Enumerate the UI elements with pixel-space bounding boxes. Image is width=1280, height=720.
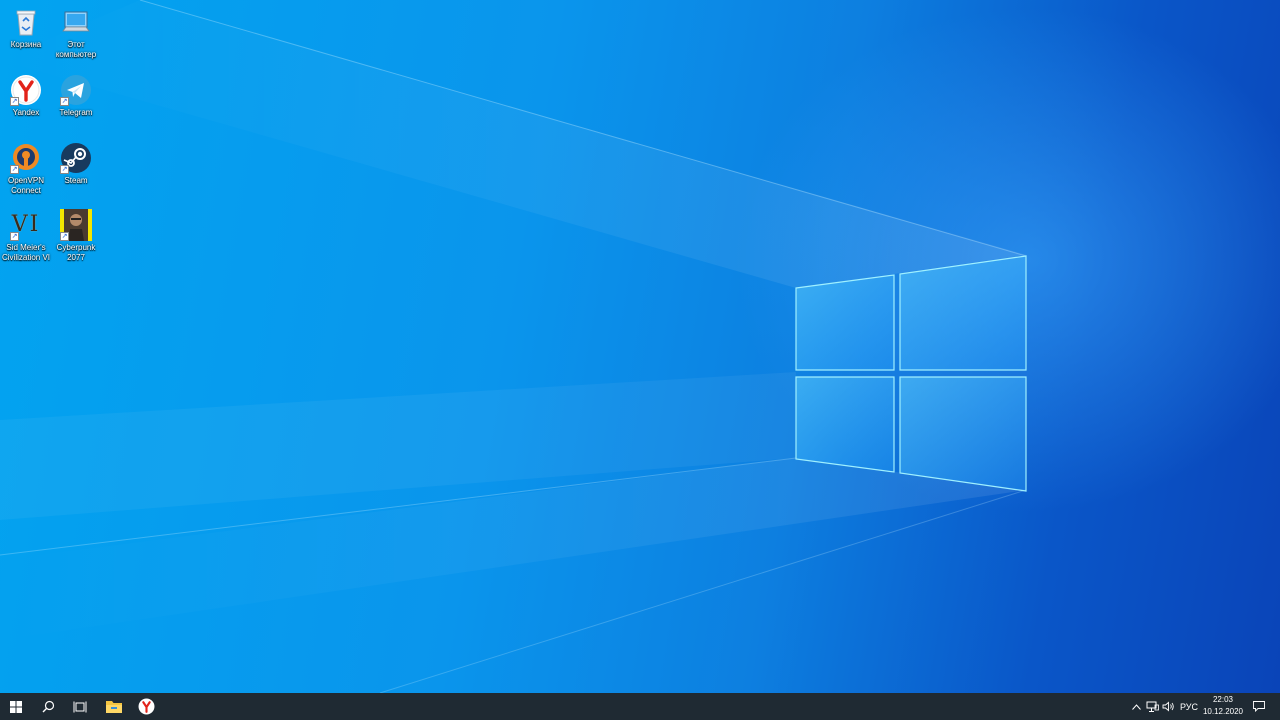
clock-button[interactable]: 22:03 10.12.2020 [1200, 694, 1246, 718]
shortcut-arrow-icon: ↗ [10, 232, 19, 241]
telegram-icon: ↗ [60, 74, 92, 106]
yandex-browser-icon: ↗ [10, 74, 42, 106]
desktop-icon-recycle-bin[interactable]: Корзина [0, 2, 52, 50]
desktop-icon-label: Этот компьютер [55, 40, 97, 59]
desktop-icon-label: Cyberpunk 2077 [56, 243, 96, 262]
input-language-indicator[interactable]: РУС [1178, 693, 1200, 720]
shortcut-arrow-icon: ↗ [10, 97, 19, 106]
volume-button[interactable] [1161, 693, 1176, 720]
windows-logo-wallpaper [0, 0, 1027, 693]
shortcut-arrow-icon: ↗ [60, 165, 69, 174]
desktop-wallpaper: Корзина Этот компьютер ↗ Yandex ↗ Telegr… [0, 0, 1280, 693]
steam-icon: ↗ [60, 142, 92, 174]
taskbar-yandex-browser[interactable] [130, 693, 162, 720]
desktop-icon-label: OpenVPN Connect [7, 176, 45, 195]
notifications-icon [1253, 701, 1265, 712]
file-explorer-icon [106, 701, 122, 713]
desktop-icon-label: Yandex [12, 108, 40, 117]
desktop-icon-label: Steam [64, 176, 88, 185]
yandex-browser-icon [138, 698, 154, 715]
this-pc-icon [60, 6, 92, 38]
start-button[interactable] [0, 693, 32, 720]
windows-start-icon [10, 700, 22, 713]
volume-icon [1162, 701, 1174, 712]
taskbar: РУС 22:03 10.12.2020 [0, 693, 1280, 720]
desktop-icon-civilization-vi[interactable]: VI ↗ Sid Meier's Civilization VI [0, 205, 52, 263]
search-button[interactable] [32, 693, 64, 720]
desktop-icon-cyberpunk-2077[interactable]: ↗ Cyberpunk 2077 [50, 205, 102, 263]
show-hidden-icons-button[interactable] [1130, 693, 1142, 720]
shortcut-arrow-icon: ↗ [60, 97, 69, 106]
network-button[interactable] [1145, 693, 1160, 720]
desktop-icon-openvpn[interactable]: ↗ OpenVPN Connect [0, 138, 52, 196]
desktop-icon-yandex[interactable]: ↗ Yandex [0, 70, 52, 118]
recycle-bin-icon [10, 6, 42, 38]
shortcut-arrow-icon: ↗ [60, 232, 69, 241]
taskbar-file-explorer[interactable] [98, 693, 130, 720]
cyberpunk-2077-icon: ↗ [60, 209, 92, 241]
desktop-icon-label: Telegram [59, 108, 93, 117]
shortcut-arrow-icon: ↗ [10, 165, 19, 174]
desktop-icon-label: Корзина [10, 40, 42, 49]
desktop-icon-steam[interactable]: ↗ Steam [50, 138, 102, 186]
action-center-button[interactable] [1249, 693, 1269, 720]
network-icon [1146, 701, 1159, 712]
desktop-icon-telegram[interactable]: ↗ Telegram [50, 70, 102, 118]
windows-logo-panes [795, 255, 1027, 492]
desktop-icon-label: Sid Meier's Civilization VI [1, 243, 50, 262]
civilization-vi-icon: VI ↗ [10, 209, 42, 241]
task-view-button[interactable] [64, 693, 96, 720]
openvpn-icon: ↗ [10, 142, 42, 174]
task-view-icon [73, 701, 87, 712]
clock-date: 10.12.2020 [1202, 707, 1244, 716]
desktop-icon-this-pc[interactable]: Этот компьютер [50, 2, 102, 60]
search-icon [42, 700, 54, 713]
chevron-up-icon [1131, 703, 1141, 710]
clock-time: 22:03 [1212, 695, 1234, 704]
